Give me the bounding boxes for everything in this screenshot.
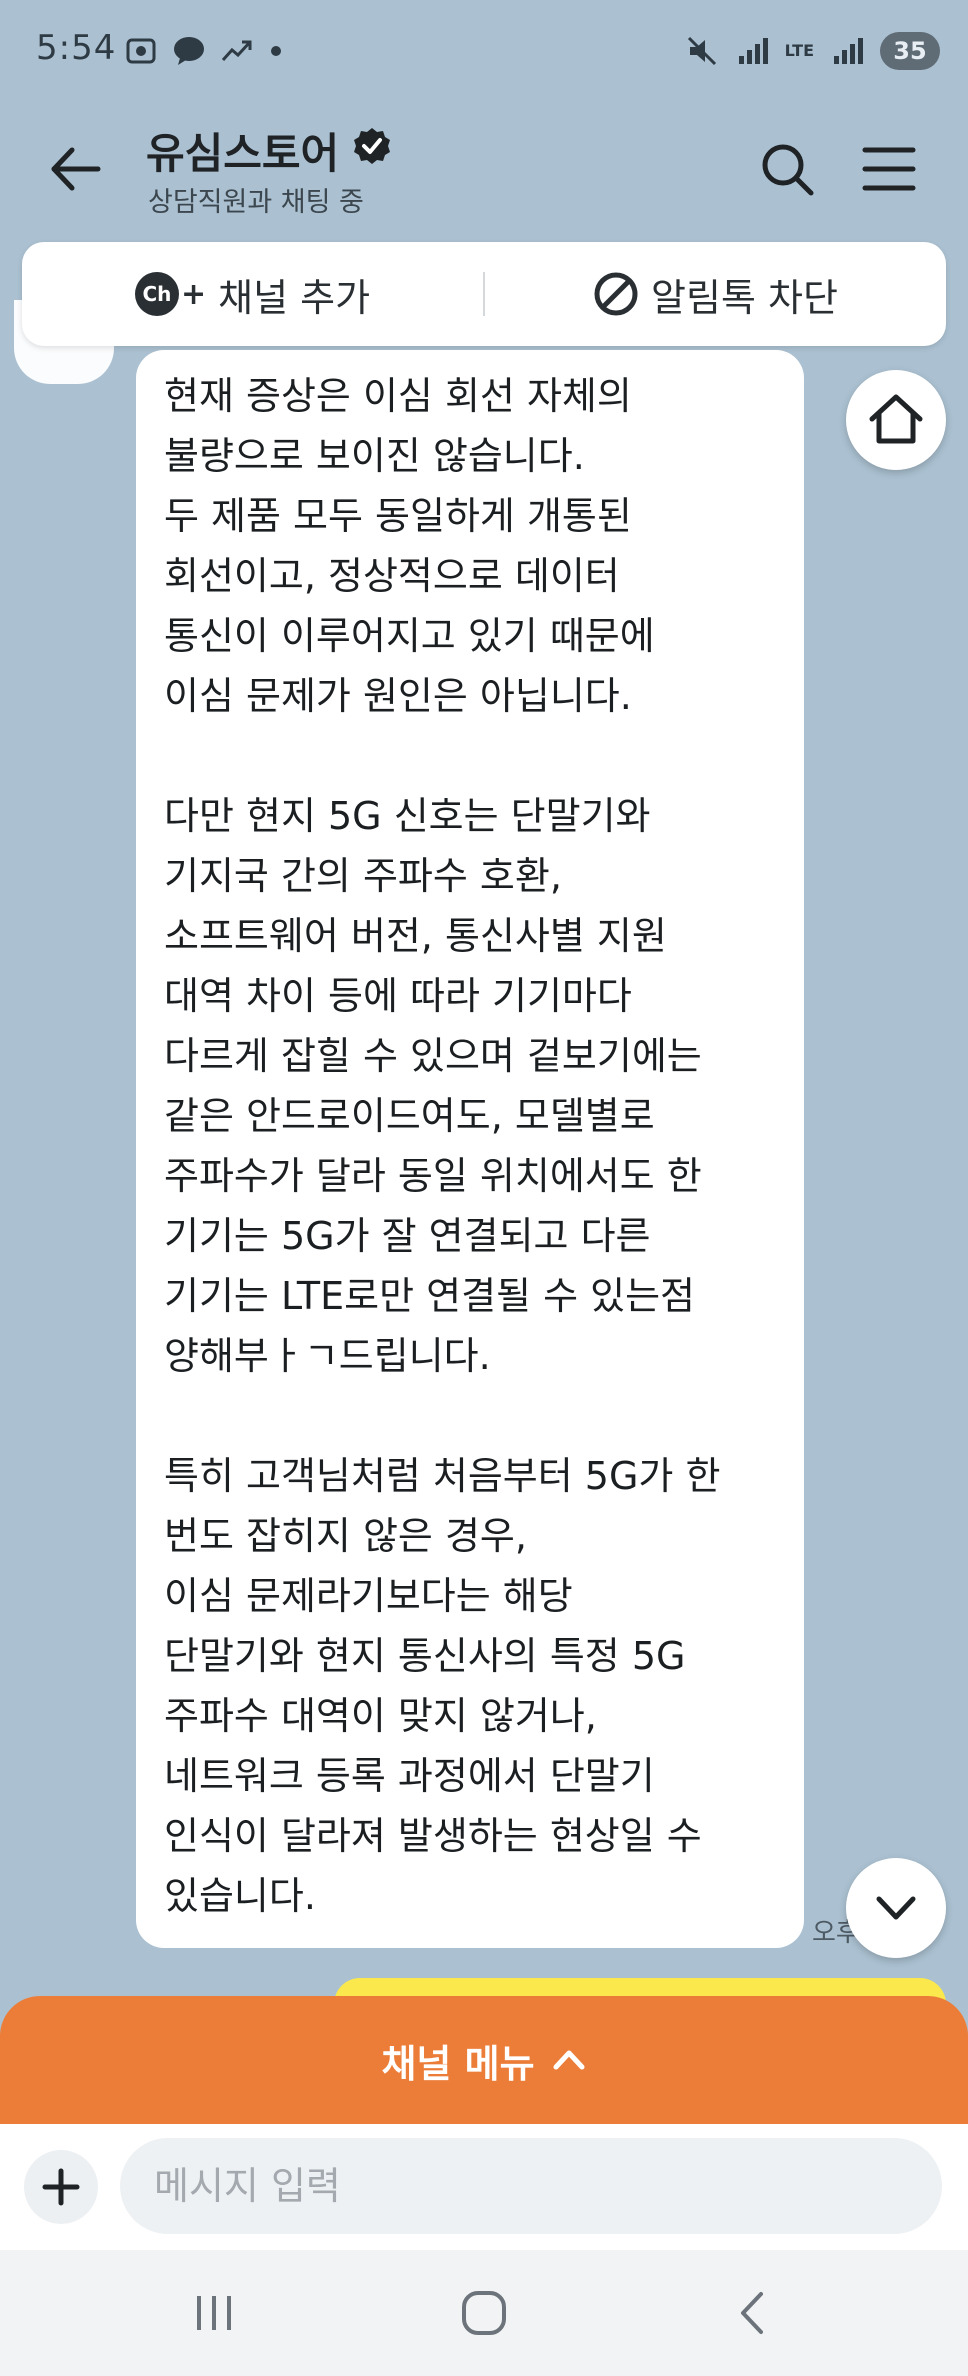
scroll-down-button[interactable] xyxy=(846,1858,946,1958)
message-line: 특히 고객님처럼 처음부터 5G가 한 xyxy=(164,1454,721,1498)
lte-label: LTE xyxy=(784,41,814,60)
message-line: 같은 안드로이드여도, 모델별로 xyxy=(164,1094,655,1138)
message-line: 단말기와 현지 통신사의 특정 5G xyxy=(164,1634,686,1678)
message-line: 다만 현지 5G 신호는 단말기와 xyxy=(164,794,651,838)
trending-icon xyxy=(221,40,252,62)
channel-menu-label: 채널 메뉴 xyxy=(381,2041,535,2086)
message-line: 두 제품 모두 동일하게 개통된 xyxy=(164,494,632,538)
chevron-up-icon xyxy=(553,2050,585,2070)
block-notification-label: 알림톡 차단 xyxy=(651,275,838,320)
message-line: 이심 문제가 원인은 아닙니다. xyxy=(164,674,632,718)
message-line: 현재 증상은 이심 회선 자체의 xyxy=(164,374,632,418)
signal-icon xyxy=(834,38,863,64)
message-line: 통신이 이루어지고 있기 때문에 xyxy=(164,614,655,658)
channel-status: 상담직원과 채팅 중 xyxy=(148,187,364,218)
message-line: 있습니다. xyxy=(164,1874,316,1918)
add-channel-label: 채널 추가 xyxy=(218,275,371,320)
home-button[interactable] xyxy=(846,370,946,470)
verified-badge-icon xyxy=(354,128,390,164)
message-line: 대역 차이 등에 따라 기기마다 xyxy=(164,974,632,1018)
message-line: 기기는 5G가 잘 연결되고 다른 xyxy=(164,1214,651,1258)
back-nav-icon xyxy=(741,2292,763,2334)
message-line: 불량으로 보이진 않습니다. xyxy=(164,434,585,478)
mute-icon xyxy=(687,36,716,66)
search-button[interactable] xyxy=(750,132,824,206)
add-channel-button[interactable]: Ch + 채널 추가 xyxy=(22,242,483,346)
status-left-icons xyxy=(124,34,284,68)
message-line xyxy=(164,1386,778,1446)
screenshot-icon xyxy=(126,38,156,64)
plus-icon xyxy=(42,2168,80,2206)
block-icon xyxy=(594,272,638,316)
chevron-down-icon xyxy=(876,1896,916,1920)
attach-button[interactable] xyxy=(24,2150,98,2224)
message-line: 번도 잡히지 않은 경우, xyxy=(164,1514,527,1558)
home-nav-icon xyxy=(462,2291,506,2335)
status-time: 5:54 xyxy=(36,28,117,68)
hamburger-icon xyxy=(862,147,916,191)
signal-r-icon xyxy=(738,38,768,64)
message-line: 회선이고, 정상적으로 데이터 xyxy=(164,554,620,598)
recent-apps-icon xyxy=(197,2296,231,2330)
back-button[interactable] xyxy=(38,132,112,206)
channel-icon: Ch xyxy=(134,272,179,316)
recent-apps-button[interactable] xyxy=(164,2270,264,2356)
message-line: 소프트웨어 버전, 통신사별 지원 xyxy=(164,914,667,958)
menu-button[interactable] xyxy=(852,132,926,206)
message-line: 주파수 대역이 맞지 않거나, xyxy=(164,1694,597,1738)
home-icon xyxy=(869,394,923,444)
back-nav-button[interactable] xyxy=(704,2270,804,2356)
arrow-left-icon xyxy=(51,147,101,191)
channel-action-bar: Ch + 채널 추가 알림톡 차단 xyxy=(22,242,946,346)
message-line: 인식이 달라져 발생하는 현상일 수 xyxy=(164,1814,702,1858)
channel-name: 유심스토어 xyxy=(146,129,340,178)
talk-icon xyxy=(174,37,204,65)
message-line: 다르게 잡힐 수 있으며 겉보기에는 xyxy=(164,1034,702,1078)
message-line: 이심 문제라기보다는 해당 xyxy=(164,1574,573,1618)
message-input[interactable] xyxy=(120,2138,942,2234)
home-nav-button[interactable] xyxy=(434,2270,534,2356)
block-notification-button[interactable]: 알림톡 차단 xyxy=(485,242,946,346)
status-right-icons: LTE 35 xyxy=(685,32,940,70)
message-bubble[interactable]: 현재 증상은 이심 회선 자체의 불량으로 보이진 않습니다. 두 제품 모두 … xyxy=(136,350,804,1948)
plus-icon: + xyxy=(180,276,207,312)
dot-icon xyxy=(271,46,281,56)
message-line xyxy=(164,726,778,786)
message-line: 네트워크 등록 과정에서 단말기 xyxy=(164,1754,655,1798)
message-line: 주파수가 달라 동일 위치에서도 한 xyxy=(164,1154,702,1198)
message-line: 기기는 LTE로만 연결될 수 있는점 xyxy=(164,1274,695,1318)
battery-indicator: 35 xyxy=(880,32,940,70)
message-line: 기지국 간의 주파수 호환, xyxy=(164,854,562,898)
search-icon xyxy=(762,144,814,196)
channel-menu-button[interactable]: 채널 메뉴 xyxy=(0,1996,968,2124)
message-line: 양해부ㅏㄱ드립니다. xyxy=(164,1334,491,1378)
